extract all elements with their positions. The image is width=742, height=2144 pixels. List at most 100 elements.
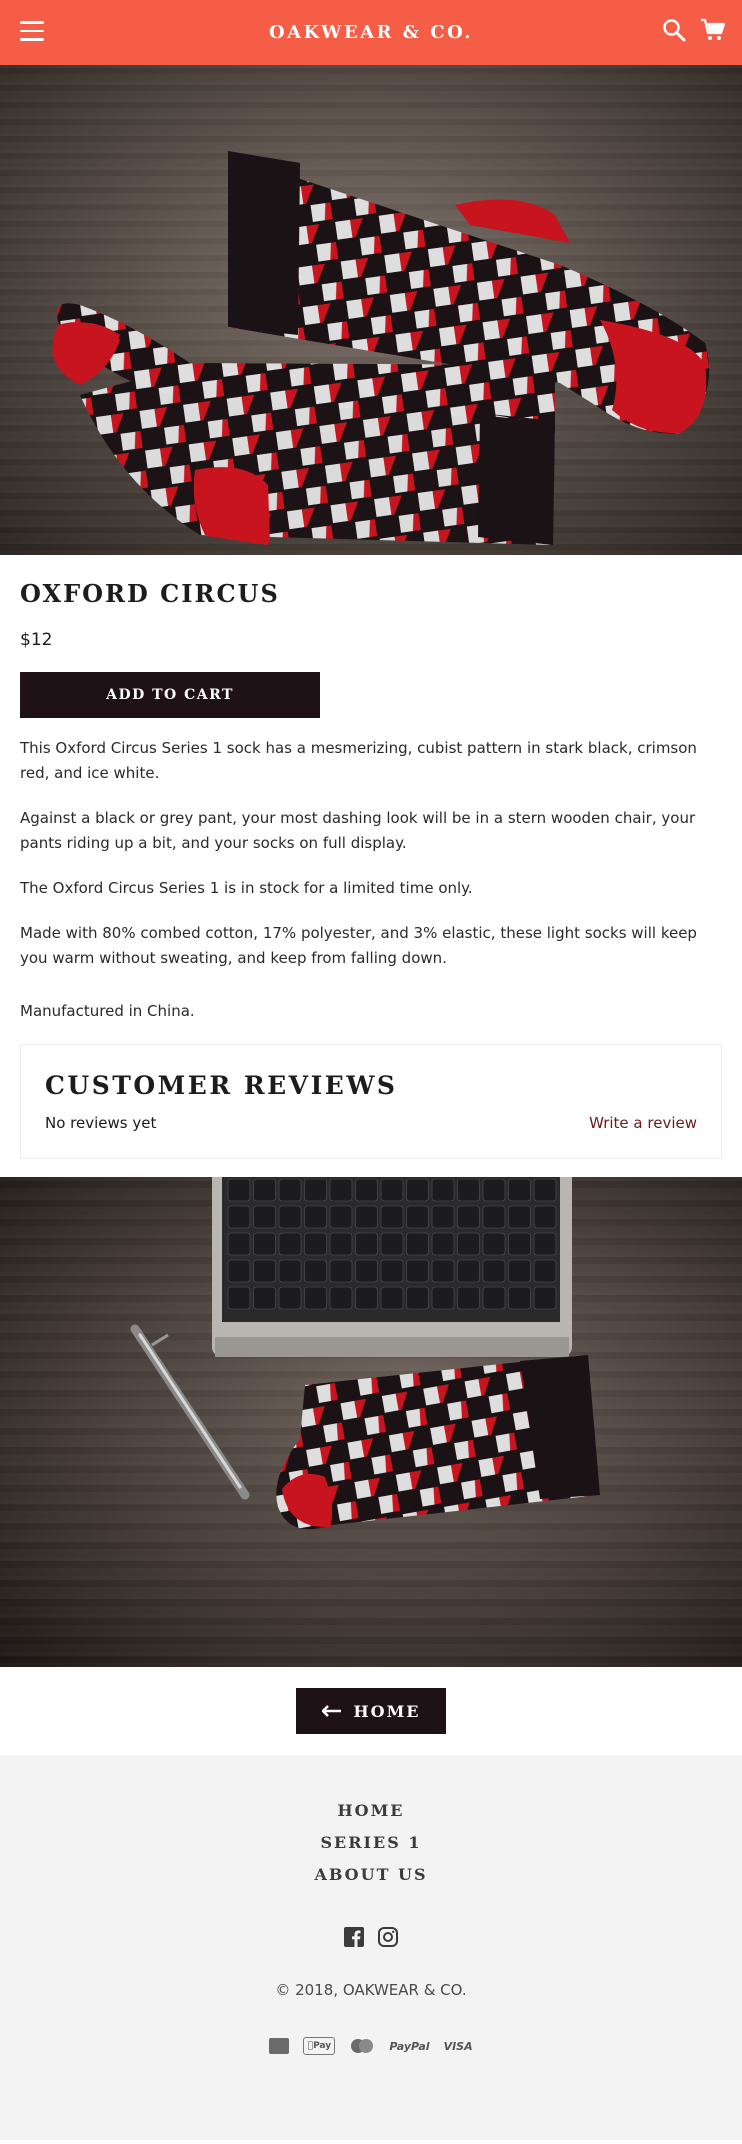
keyboard-key (482, 1178, 506, 1202)
reviews-summary-row: No reviews yet Write a review (45, 1114, 697, 1132)
visa-icon: VISA (443, 2039, 473, 2053)
american-express-icon (269, 2038, 290, 2054)
keyboard-key (329, 1178, 353, 1202)
keyboard-key (533, 1232, 557, 1256)
brand-logo[interactable]: OAKWEAR & CO. (269, 22, 473, 43)
keyboard-key (508, 1259, 531, 1283)
product-image-keyboard-sock[interactable] (0, 1177, 742, 1667)
keyboard (212, 1177, 572, 1357)
keyboard-key (355, 1232, 378, 1256)
keyboard-key (380, 1205, 404, 1229)
site-footer: HOME SERIES 1 ABOUT US © 2018, OAKWEAR &… (0, 1755, 742, 2140)
no-reviews-text: No reviews yet (45, 1114, 157, 1132)
description-paragraph: Made with 80% combed cotton, 17% polyest… (20, 924, 697, 967)
cart-icon[interactable] (700, 18, 726, 42)
keyboard-key (355, 1259, 378, 1283)
site-header: OAKWEAR & CO. (0, 0, 742, 65)
mastercard-icon (351, 2039, 374, 2053)
back-home-section: HOME (0, 1667, 742, 1755)
keyboard-key (457, 1178, 480, 1202)
keyboard-key (431, 1286, 455, 1310)
payment-icons: Pay PayPal VISA (0, 2037, 742, 2055)
add-to-cart-button[interactable]: ADD TO CART (20, 672, 320, 718)
footer-link-about-us[interactable]: ABOUT US (0, 1859, 742, 1891)
customer-reviews: CUSTOMER REVIEWS No reviews yet Write a … (20, 1044, 722, 1159)
keyboard-key (431, 1232, 455, 1256)
keyboard-key (227, 1178, 251, 1202)
keyboard-key (431, 1205, 455, 1229)
footer-link-series-1[interactable]: SERIES 1 (0, 1827, 742, 1859)
keyboard-key (431, 1259, 455, 1283)
keyboard-key (380, 1286, 404, 1310)
product-price: $12 (20, 630, 53, 650)
keyboard-key (431, 1178, 455, 1202)
keyboard-key (355, 1286, 378, 1310)
keyboard-key (253, 1232, 276, 1256)
description-paragraph: This Oxford Circus Series 1 sock has a m… (20, 739, 697, 782)
keyboard-key (304, 1286, 327, 1310)
description-paragraph: Against a black or grey pant, your most … (20, 809, 696, 852)
keyboard-key (278, 1286, 302, 1310)
keyboard-sock-illustration (130, 1177, 600, 1530)
reviews-title: CUSTOMER REVIEWS (45, 1071, 398, 1100)
social-links (0, 1927, 742, 1947)
keyboard-key (278, 1232, 302, 1256)
keyboard-key (406, 1178, 429, 1202)
keyboard-key (304, 1178, 327, 1202)
keyboard-key (278, 1205, 302, 1229)
keyboard-key (406, 1205, 429, 1229)
apple-pay-icon: Pay (303, 2037, 336, 2055)
keyboard-key (457, 1259, 480, 1283)
footer-nav: HOME SERIES 1 ABOUT US (0, 1795, 742, 1891)
search-icon[interactable] (662, 18, 686, 42)
socks-pair-illustration (52, 151, 710, 545)
keyboard-key (380, 1232, 404, 1256)
back-home-button[interactable]: HOME (296, 1688, 446, 1734)
keyboard-key (329, 1232, 353, 1256)
back-home-label: HOME (353, 1701, 421, 1721)
keyboard-key (304, 1232, 327, 1256)
keyboard-key (457, 1286, 480, 1310)
keyboard-key (482, 1232, 506, 1256)
keyboard-key (227, 1232, 251, 1256)
keyboard-key (355, 1178, 378, 1202)
keyboard-key (406, 1232, 429, 1256)
product-details: OXFORD CIRCUS $12 ADD TO CART This Oxfor… (0, 555, 742, 1024)
keyboard-key (227, 1286, 251, 1310)
manufacture-note: Manufactured in China. (20, 1002, 195, 1020)
keyboard-key (508, 1205, 531, 1229)
keyboard-key (457, 1205, 480, 1229)
keyboard-key (329, 1259, 353, 1283)
product-description: This Oxford Circus Series 1 sock has a m… (20, 736, 722, 1024)
facebook-icon[interactable] (344, 1927, 364, 1947)
keyboard-key (253, 1205, 276, 1229)
footer-link-home[interactable]: HOME (0, 1795, 742, 1827)
product-title: OXFORD CIRCUS (20, 579, 280, 608)
keyboard-key (508, 1178, 531, 1202)
keyboard-key (533, 1259, 557, 1283)
keyboard-key (304, 1205, 327, 1229)
keyboard-key (355, 1205, 378, 1229)
keyboard-key (533, 1286, 557, 1310)
keyboard-key (253, 1259, 276, 1283)
keyboard-key (482, 1259, 506, 1283)
keyboard-key (278, 1178, 302, 1202)
header-icons (662, 18, 726, 42)
hamburger-menu-icon[interactable] (20, 21, 44, 41)
arrow-left-icon (321, 1705, 341, 1717)
keyboard-key (406, 1259, 429, 1283)
write-review-link[interactable]: Write a review (589, 1114, 697, 1132)
keyboard-key (253, 1178, 276, 1202)
keyboard-key (457, 1232, 480, 1256)
instagram-icon[interactable] (378, 1927, 398, 1947)
keyboard-key (227, 1259, 251, 1283)
paypal-icon: PayPal (389, 2039, 430, 2053)
keyboard-key (533, 1178, 557, 1202)
apple-pay-label: Pay (310, 2041, 331, 2051)
keyboard-key (278, 1259, 302, 1283)
product-image-socks-pair[interactable] (0, 65, 742, 555)
keyboard-key (482, 1286, 506, 1310)
keyboard-key (380, 1178, 404, 1202)
keyboard-key (329, 1286, 353, 1310)
sock-single (276, 1355, 600, 1530)
